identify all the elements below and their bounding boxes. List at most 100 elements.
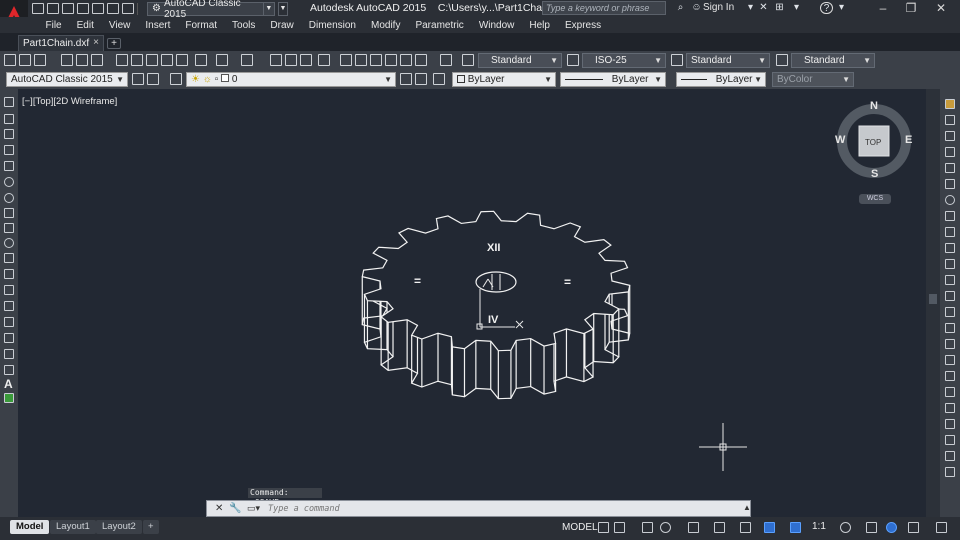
menu-express[interactable]: Express xyxy=(557,20,608,31)
ellipse-icon[interactable] xyxy=(4,238,14,248)
a360-icon[interactable]: ⊞ xyxy=(773,2,786,14)
chamfer-icon[interactable] xyxy=(945,323,955,333)
snap-icon[interactable] xyxy=(614,522,625,533)
close-icon[interactable]: ✕ xyxy=(215,503,223,514)
dimension-style-select[interactable]: ISO-25 ▼ xyxy=(582,53,666,68)
chevron-down-icon[interactable]: ▾ xyxy=(744,2,757,14)
object-snap-icon[interactable] xyxy=(740,522,751,533)
dimension-style-icon[interactable] xyxy=(567,54,579,66)
drawing-viewport[interactable]: [−][Top][2D Wireframe] XII = = IV TOP N xyxy=(18,89,926,517)
pan-icon[interactable] xyxy=(270,54,282,66)
draworder-icon[interactable] xyxy=(945,387,955,397)
save-as-icon[interactable] xyxy=(77,3,89,14)
copy-icon[interactable] xyxy=(146,54,158,66)
auto-scale-icon[interactable] xyxy=(790,522,801,533)
menu-file[interactable]: File xyxy=(38,20,69,31)
qat-customize-icon[interactable]: ▼ xyxy=(278,1,288,16)
join-icon[interactable] xyxy=(945,307,955,317)
undo-icon[interactable] xyxy=(107,3,119,14)
polygon-icon[interactable] xyxy=(4,145,14,155)
help-icon[interactable] xyxy=(440,54,452,66)
layer-select[interactable]: ☀ ☼ ▫ 0 ▼ xyxy=(186,72,396,87)
customization-icon[interactable] xyxy=(936,522,947,533)
zoom-realtime-icon[interactable] xyxy=(285,54,297,66)
vertical-scrollbar[interactable] xyxy=(926,89,940,517)
lengthen-icon[interactable] xyxy=(945,419,955,429)
gradient-icon[interactable] xyxy=(4,333,14,343)
polar-tracking-icon[interactable] xyxy=(660,522,671,533)
hatch-icon[interactable] xyxy=(4,317,14,327)
fillet-icon[interactable] xyxy=(945,339,955,349)
paste-icon[interactable] xyxy=(161,54,173,66)
compass-north[interactable]: N xyxy=(870,100,878,112)
chevron-up-icon[interactable]: ▲ xyxy=(743,503,751,512)
insert-block-icon[interactable] xyxy=(4,269,14,279)
clean-screen-icon[interactable] xyxy=(908,522,919,533)
edit-spline-icon[interactable] xyxy=(945,451,955,461)
layer-properties-icon[interactable] xyxy=(170,73,182,85)
close-icon[interactable]: ✕ xyxy=(926,0,956,17)
menu-insert[interactable]: Insert xyxy=(138,20,178,31)
layer-previous-icon[interactable] xyxy=(415,73,427,85)
array-icon[interactable] xyxy=(945,163,955,173)
line-icon[interactable] xyxy=(4,97,14,107)
compass-east[interactable]: E xyxy=(905,134,912,146)
break-at-point-icon[interactable] xyxy=(945,275,955,285)
plot-preview-icon[interactable] xyxy=(76,54,88,66)
lineweight-select[interactable]: ByLayer ▼ xyxy=(676,72,766,87)
scrollbar-thumb[interactable] xyxy=(929,294,937,304)
scale-icon[interactable] xyxy=(945,211,955,221)
redo-icon[interactable] xyxy=(241,54,253,66)
rectangle-icon[interactable] xyxy=(4,161,14,171)
table-style-icon[interactable] xyxy=(671,54,683,66)
make-block-icon[interactable] xyxy=(4,285,14,295)
annotation-monitor-icon[interactable] xyxy=(866,522,877,533)
properties-icon[interactable] xyxy=(340,54,352,66)
workspace-dropdown[interactable]: AutoCAD Classic 2015 ▼ xyxy=(6,72,128,87)
menu-edit[interactable]: Edit xyxy=(69,20,101,31)
block-editor-icon[interactable] xyxy=(195,54,207,66)
help-dropdown-icon[interactable]: ▾ xyxy=(790,2,803,14)
model-space-toggle[interactable]: MODEL xyxy=(558,520,602,536)
markup-icon[interactable] xyxy=(400,54,412,66)
help-icon[interactable]: ? xyxy=(820,2,833,14)
open-icon[interactable] xyxy=(47,3,59,14)
match-properties-icon[interactable] xyxy=(176,54,188,66)
sheet-set-icon[interactable] xyxy=(385,54,397,66)
compass-south[interactable]: S xyxy=(871,168,878,180)
compass-west[interactable]: W xyxy=(835,134,845,146)
plot-icon[interactable] xyxy=(92,3,104,14)
move-icon[interactable] xyxy=(945,179,955,189)
circle-icon[interactable] xyxy=(4,193,14,203)
layout-tab-model[interactable]: Model xyxy=(10,520,50,534)
object-snap-tracking-icon[interactable] xyxy=(714,522,725,533)
menu-window[interactable]: Window xyxy=(471,20,522,31)
cut-icon[interactable] xyxy=(131,54,143,66)
quickcalc-icon[interactable] xyxy=(415,54,427,66)
copy-object-icon[interactable] xyxy=(945,115,955,125)
trim-icon[interactable] xyxy=(945,243,955,253)
table-icon[interactable] xyxy=(4,365,14,375)
ucs-menu[interactable]: WCS xyxy=(859,194,891,204)
edit-polyline-icon[interactable] xyxy=(945,435,955,445)
layout-tab-layout2[interactable]: Layout2 xyxy=(96,520,142,534)
tool-palettes-icon[interactable] xyxy=(370,54,382,66)
close-tab-icon[interactable]: × xyxy=(93,37,99,48)
layout-tab-layout1[interactable]: Layout1 xyxy=(50,520,96,534)
region-icon[interactable] xyxy=(4,349,14,359)
design-center-icon[interactable] xyxy=(355,54,367,66)
menu-modify[interactable]: Modify xyxy=(364,20,408,31)
menu-tools[interactable]: Tools xyxy=(225,20,263,31)
mirror-icon[interactable] xyxy=(945,131,955,141)
binoculars-icon[interactable]: ⌕ xyxy=(674,2,687,14)
new-icon[interactable] xyxy=(32,3,44,14)
table-style-select[interactable]: Standard ▼ xyxy=(686,53,770,68)
3d-print-icon[interactable] xyxy=(116,54,128,66)
zoom-window-icon[interactable] xyxy=(300,54,312,66)
multiline-text-icon[interactable]: A xyxy=(4,378,14,390)
isodraft-icon[interactable] xyxy=(688,522,699,533)
workspace-select[interactable]: ⚙ AutoCAD Classic 2015 ▼ xyxy=(147,0,275,20)
workspace-settings-icon[interactable] xyxy=(132,73,144,85)
plot-icon[interactable] xyxy=(61,54,73,66)
maximize-icon[interactable]: ❐ xyxy=(896,0,926,17)
